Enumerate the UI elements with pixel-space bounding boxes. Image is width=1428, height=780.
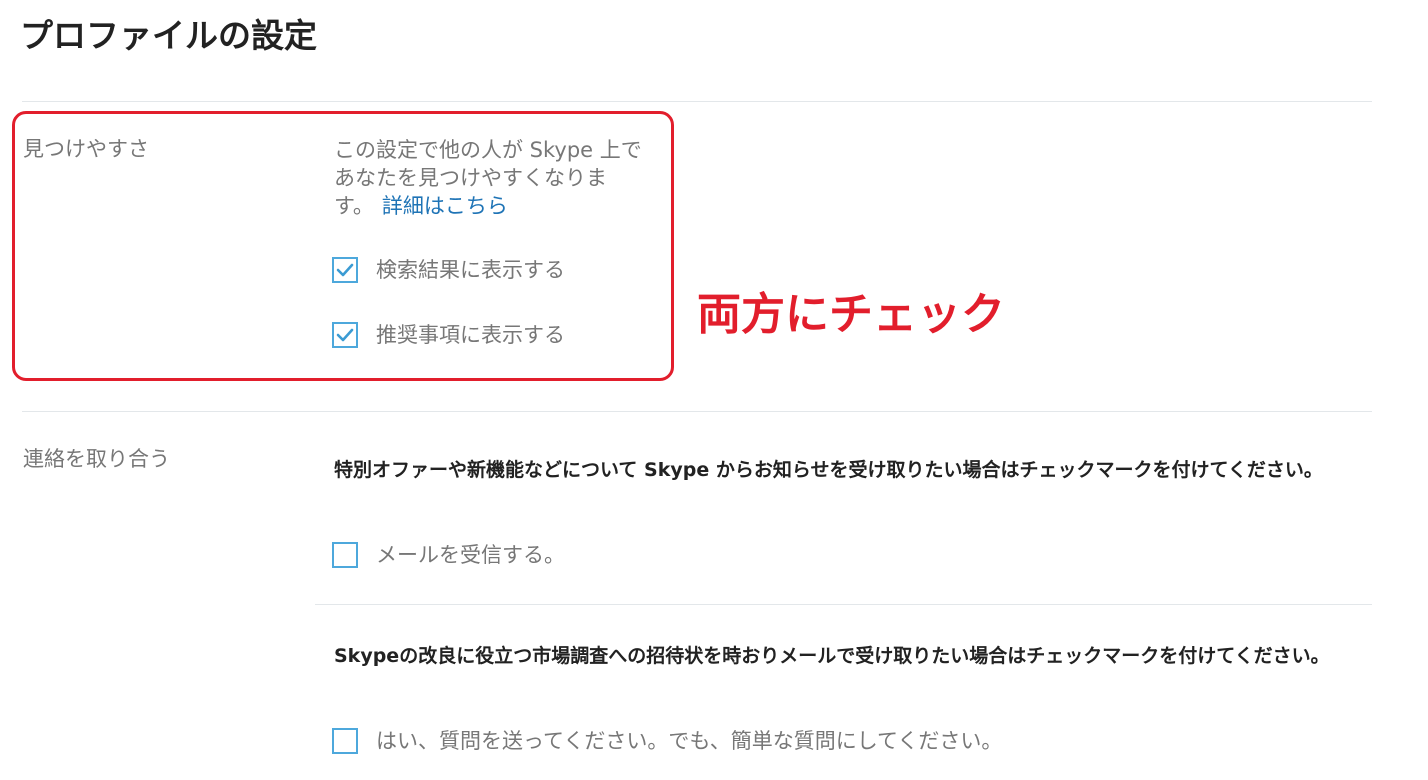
show-in-search-option[interactable]: 検索結果に表示する [332, 255, 565, 285]
survey-description: Skypeの改良に役立つ市場調査への招待状を時おりメールで受け取りたい場合はチェ… [334, 645, 1330, 667]
survey-checkbox[interactable] [332, 728, 358, 754]
survey-option[interactable]: はい、質問を送ってください。でも、簡単な質問にしてください。 [332, 726, 1002, 756]
show-in-suggestions-checkbox[interactable] [332, 322, 358, 348]
show-in-search-checkbox[interactable] [332, 257, 358, 283]
receive-email-label: メールを受信する。 [376, 543, 565, 567]
discoverability-label: 見つけやすさ [23, 137, 149, 161]
contact-label: 連絡を取り合う [23, 447, 170, 471]
section-divider [22, 101, 1372, 102]
section-divider [315, 604, 1372, 605]
receive-email-option[interactable]: メールを受信する。 [332, 540, 565, 570]
discoverability-description: この設定で他の人が Skype 上であなたを見つけやすくなります。 詳細はこちら [334, 136, 644, 220]
show-in-suggestions-label: 推奨事項に表示する [376, 323, 565, 347]
learn-more-link[interactable]: 詳細はこちら [382, 194, 508, 218]
survey-label: はい、質問を送ってください。でも、簡単な質問にしてください。 [376, 729, 1003, 753]
page-title: プロファイルの設定 [20, 16, 317, 55]
checkmark-icon [336, 328, 354, 342]
checkmark-icon [336, 263, 354, 277]
receive-email-checkbox[interactable] [332, 542, 358, 568]
annotation-text: 両方にチェック [697, 289, 1005, 340]
section-divider [22, 411, 1372, 412]
offers-description: 特別オファーや新機能などについて Skype からお知らせを受け取りたい場合はチ… [334, 459, 1323, 481]
show-in-search-label: 検索結果に表示する [376, 258, 565, 282]
show-in-suggestions-option[interactable]: 推奨事項に表示する [332, 320, 565, 350]
